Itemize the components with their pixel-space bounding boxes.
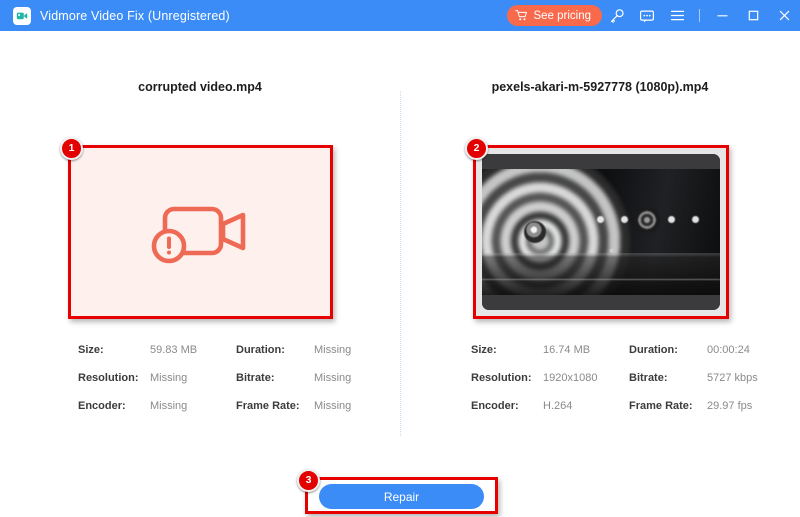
title-bar: Vidmore Video Fix (Unregistered) See pri… (0, 0, 800, 31)
duration-value: 00:00:24 (707, 344, 750, 356)
video-thumbnail-image (482, 154, 720, 310)
duration-value: Missing (314, 344, 351, 356)
see-pricing-label: See pricing (533, 10, 591, 22)
metadata-row: Size: 59.83 MB Duration: Missing (78, 336, 351, 364)
annotation-badge-1: 1 (60, 137, 83, 160)
corrupted-video-preview[interactable]: 1 (68, 145, 333, 319)
titlebar-controls: See pricing (507, 0, 800, 31)
sample-file-name: pexels-akari-m-5927778 (1080p).mp4 (400, 80, 800, 94)
see-pricing-button[interactable]: See pricing (507, 5, 602, 26)
metadata-row: Resolution: 1920x1080 Bitrate: 5727 kbps (471, 364, 758, 392)
thumbnail-top-band (482, 154, 720, 169)
titlebar-divider (699, 9, 700, 22)
resolution-label: Resolution: (78, 372, 150, 384)
encoder-value: Missing (150, 400, 236, 412)
broken-video-camera-icon (71, 148, 330, 316)
encoder-label: Encoder: (471, 400, 543, 412)
size-label: Size: (78, 344, 150, 356)
metadata-row: Resolution: Missing Bitrate: Missing (78, 364, 351, 392)
sample-metadata: Size: 16.74 MB Duration: 00:00:24 Resolu… (471, 336, 758, 420)
frame-rate-label: Frame Rate: (236, 400, 314, 412)
frame-rate-label: Frame Rate: (629, 400, 707, 412)
duration-label: Duration: (236, 344, 314, 356)
metadata-row: Size: 16.74 MB Duration: 00:00:24 (471, 336, 758, 364)
bitrate-label: Bitrate: (629, 372, 707, 384)
bitrate-label: Bitrate: (236, 372, 314, 384)
main-content: corrupted video.mp4 1 Size: 59.83 MB Dur… (0, 31, 800, 517)
lens-core-shape (524, 221, 546, 243)
bitrate-value: 5727 kbps (707, 372, 758, 384)
resolution-value: Missing (150, 372, 236, 384)
thumbnail-streak (482, 279, 720, 280)
encoder-value: H.264 (543, 400, 629, 412)
frame-rate-value: Missing (314, 400, 351, 412)
metadata-row: Encoder: Missing Frame Rate: Missing (78, 392, 351, 420)
repair-button-label: Repair (384, 490, 419, 504)
thumbnail-scene (482, 169, 720, 295)
bokeh-dot (621, 216, 628, 223)
thumbnail-floor (482, 253, 720, 295)
maximize-icon[interactable] (738, 0, 769, 31)
chat-bubble-icon[interactable] (632, 0, 662, 31)
bokeh-dot (668, 216, 675, 223)
sample-video-preview[interactable]: 2 (473, 145, 729, 319)
minimize-icon[interactable] (707, 0, 738, 31)
frame-rate-value: 29.97 fps (707, 400, 752, 412)
corrupted-metadata: Size: 59.83 MB Duration: Missing Resolut… (78, 336, 351, 420)
small-ring-shape (634, 207, 660, 233)
repair-button[interactable]: Repair (319, 484, 484, 509)
encoder-label: Encoder: (78, 400, 150, 412)
hamburger-menu-icon[interactable] (662, 0, 692, 31)
bokeh-dot (692, 216, 699, 223)
corrupted-video-panel: corrupted video.mp4 1 Size: 59.83 MB Dur… (0, 31, 400, 517)
resolution-label: Resolution: (471, 372, 543, 384)
duration-label: Duration: (629, 344, 707, 356)
thumbnail-bottom-band (482, 295, 720, 310)
resolution-value: 1920x1080 (543, 372, 629, 384)
app-title: Vidmore Video Fix (Unregistered) (40, 9, 230, 23)
corrupted-file-name: corrupted video.mp4 (0, 80, 400, 94)
size-value: 59.83 MB (150, 344, 236, 356)
size-label: Size: (471, 344, 543, 356)
annotation-badge-2: 2 (465, 137, 488, 160)
app-logo-icon (13, 7, 31, 25)
bokeh-dot (597, 216, 604, 223)
metadata-row: Encoder: H.264 Frame Rate: 29.97 fps (471, 392, 758, 420)
close-icon[interactable] (769, 0, 800, 31)
size-value: 16.74 MB (543, 344, 629, 356)
key-icon[interactable] (602, 0, 632, 31)
annotation-badge-3: 3 (297, 469, 320, 492)
shopping-cart-icon (515, 9, 528, 22)
bitrate-value: Missing (314, 372, 351, 384)
bokeh-dot (610, 249, 613, 252)
